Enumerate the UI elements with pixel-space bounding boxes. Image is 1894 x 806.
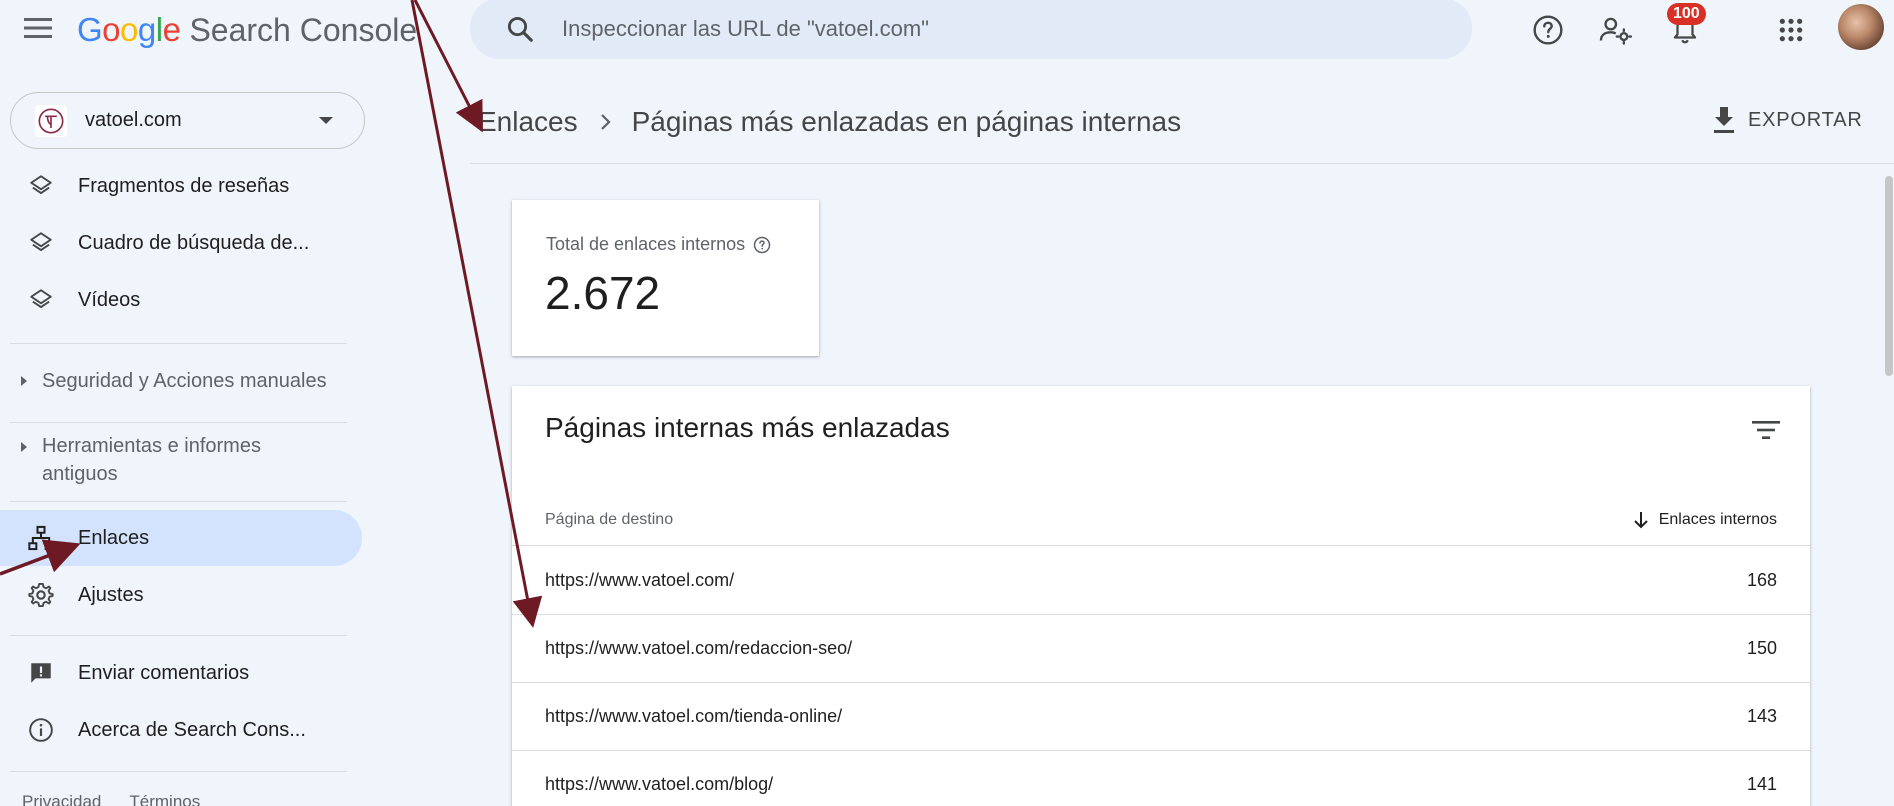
table-header: Página de destino Enlaces internos [512,494,1810,546]
table-row[interactable]: https://www.vatoel.com/blog/ 141 [512,751,1810,806]
sidebar-section-legacy-tools[interactable]: Herramientas e informes antiguos [0,432,362,488]
sidebar-item-about[interactable]: Acerca de Search Cons... [0,702,362,758]
row-count: 150 [1746,638,1777,658]
page-title: Páginas más enlazadas en páginas interna… [631,106,1182,137]
breadcrumb: Enlaces Páginas más enlazadas en páginas… [478,104,1181,140]
header-divider [470,163,1894,164]
property-name: vatoel.com [85,109,182,131]
column-header-label: Enlaces internos [1658,510,1777,528]
expand-arrow-icon [21,442,27,452]
sidebar-item-review-snippets[interactable]: Fragmentos de reseñas [0,158,362,214]
sidebar-item-label: Ajustes [78,583,144,606]
product-name: Search Console [189,11,418,48]
sidebar-divider [10,422,347,423]
sidebar-item-send-feedback[interactable]: Enviar comentarios [0,645,362,701]
hamburger-menu-icon [24,18,52,38]
property-selector[interactable]: vatoel.com [10,92,365,149]
sitemap-icon [26,523,56,553]
sidebar-section-security[interactable]: Seguridad y Acciones manuales [0,367,362,395]
help-button[interactable] [1524,6,1572,54]
sidebar-divider [10,771,347,772]
row-count: 143 [1746,706,1777,726]
column-header-internal-links[interactable]: Enlaces internos [1633,511,1777,529]
sidebar: vatoel.com Fragmentos de reseñas Cuadro … [0,60,370,806]
url-inspection-input[interactable] [562,15,1362,42]
sidebar-item-label: Enviar comentarios [78,661,250,684]
sidebar-item-label: Fragmentos de reseñas [78,174,290,197]
chevron-right-icon [600,113,612,131]
sidebar-item-settings[interactable]: Ajustes [0,567,362,623]
sidebar-item-label: Vídeos [78,288,141,311]
section-label: Seguridad y Acciones manuales [42,370,327,392]
main-menu-button[interactable] [20,10,56,46]
gear-icon [26,580,56,610]
chevron-down-icon [319,116,333,124]
filter-list-icon [1752,421,1780,439]
property-favicon [35,104,67,137]
arrow-down-icon [1633,511,1648,528]
layers-icon [26,228,56,258]
expand-arrow-icon [21,376,27,386]
apps-button[interactable] [1767,6,1815,54]
help-icon [1533,15,1563,45]
sidebar-item-label: Cuadro de búsqueda de... [78,231,310,254]
account-avatar[interactable] [1838,4,1884,50]
sidebar-item-label: Enlaces [78,526,150,549]
row-count: 168 [1746,570,1777,590]
sidebar-item-videos[interactable]: Vídeos [0,272,362,328]
sidebar-divider [10,343,347,344]
layers-icon [26,171,56,201]
notifications-count-badge: 100 [1667,3,1706,25]
total-internal-links-card: Total de enlaces internos 2.672 [512,200,819,356]
search-icon[interactable] [490,0,550,59]
manage-users-icon [1599,17,1633,45]
table-row[interactable]: https://www.vatoel.com/tienda-online/ 14… [512,683,1810,751]
total-internal-links-value: 2.672 [545,267,661,319]
info-icon [26,715,56,745]
privacy-link[interactable]: Privacidad [22,792,101,806]
help-outline-icon[interactable] [753,236,771,254]
table-title: Páginas internas más enlazadas [545,412,950,443]
sidebar-divider [10,635,347,636]
filter-button[interactable] [1746,410,1786,450]
column-header-target-page[interactable]: Página de destino [545,511,1633,529]
sidebar-footer-links: Privacidad Términos [22,792,200,806]
apps-grid-icon [1779,18,1803,42]
export-button[interactable]: EXPORTAR [1712,100,1863,140]
total-internal-links-label-row: Total de enlaces internos [546,234,771,255]
layers-icon [26,285,56,315]
top-app-bar: Google Search Console Inspeccionar las U… [0,0,1894,60]
top-linked-pages-card: Páginas internas más enlazadas Página de… [512,386,1810,806]
row-url: https://www.vatoel.com/tienda-online/ [545,706,843,726]
download-icon [1714,107,1734,133]
sidebar-item-sitelinks-searchbox[interactable]: Cuadro de búsqueda de... [0,215,362,271]
sidebar-divider [10,501,347,502]
total-internal-links-label: Total de enlaces internos [546,234,746,254]
table-row[interactable]: https://www.vatoel.com/ 168 [512,547,1810,615]
google-wordmark: Google [77,11,181,48]
export-label: EXPORTAR [1748,108,1863,131]
manage-users-button[interactable] [1592,6,1640,54]
row-url: https://www.vatoel.com/ [545,570,735,590]
table-row[interactable]: https://www.vatoel.com/redaccion-seo/ 15… [512,615,1810,683]
sidebar-item-label: Acerca de Search Cons... [78,718,306,741]
search-console-logo[interactable]: Google Search Console [77,8,417,52]
row-url: https://www.vatoel.com/redaccion-seo/ [545,638,853,658]
feedback-icon [26,658,56,688]
row-count: 141 [1746,774,1777,794]
url-inspection-search-bar[interactable] [470,0,1472,59]
row-url: https://www.vatoel.com/blog/ [545,774,774,794]
page-scrollbar-thumb[interactable] [1885,176,1893,376]
breadcrumb-links[interactable]: Enlaces [478,106,578,138]
section-label: Herramientas e informes antiguos [42,435,261,485]
sidebar-item-links[interactable]: Enlaces [0,510,362,566]
terms-link[interactable]: Términos [129,792,200,806]
